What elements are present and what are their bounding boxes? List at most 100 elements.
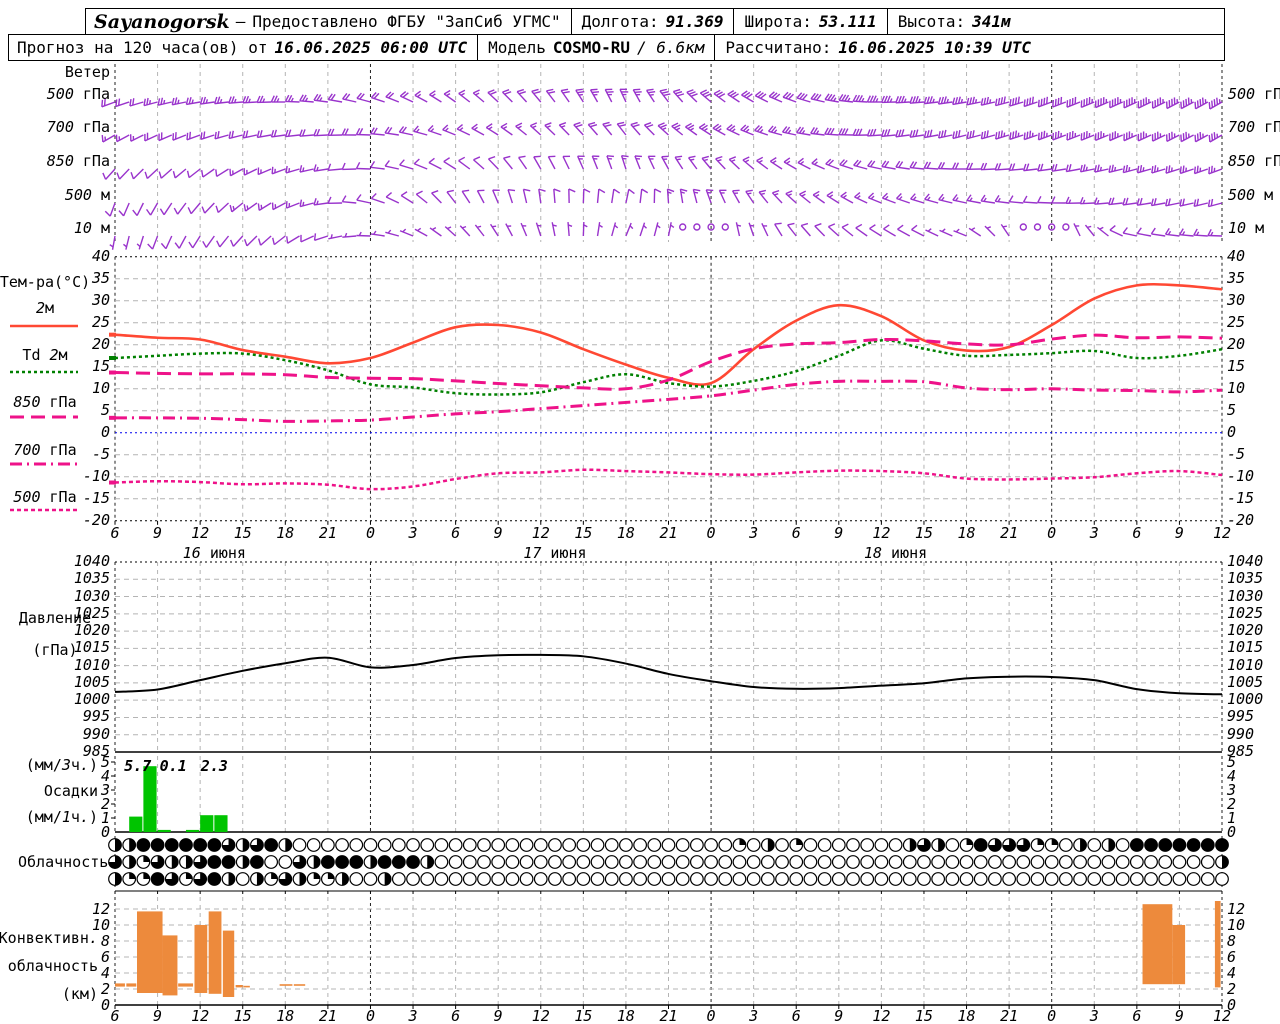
cloud-fill [1130,838,1144,852]
wind-barb [699,89,712,103]
hour-label-bottom: 12 [1212,1007,1232,1024]
temp-ytick-right: 35 [1227,268,1246,287]
cloud-cover-symbol [519,872,534,886]
wind-barb [824,93,839,103]
cloud-cover-symbol [363,838,378,852]
wind-barb [502,155,513,170]
cloud-cover-symbol [959,872,974,886]
pressure-ytick-left: 1010 [73,655,110,674]
wind-barb [429,226,442,237]
cloud-cover-symbol [803,838,818,852]
wind-barb [1079,164,1095,173]
wind-barb [427,124,442,136]
wind-barb [1066,130,1081,141]
wind-barb [285,201,300,209]
temp-ytick-left: 40 [91,246,110,265]
cloud-fill [427,855,434,869]
wind-barb [1136,197,1152,206]
hour-label-bottom: 12 [191,1007,210,1024]
wind-barb [735,222,742,237]
wind-barb [341,128,357,136]
cloud-cover-symbol [661,855,676,869]
wind-barb [132,202,145,216]
hour-label-mid: 0 [1047,524,1057,542]
wind-barb [782,91,797,103]
wind-barb [909,129,925,138]
cloud-cover-symbol [945,855,960,869]
wind-barb [966,130,981,140]
cloud-cover-symbol [590,872,605,886]
cloud-cover-symbol [1087,855,1102,869]
cloud-fill [193,838,207,852]
cloud-cover-symbol [306,838,321,852]
wind-barb [810,92,825,103]
wind-barb [1023,96,1038,108]
pressure-ytick-left: 1035 [73,569,110,588]
cloud-cover-symbol [704,838,718,852]
wind-barb [952,194,967,204]
pressure-ytick-left: 1030 [73,586,110,605]
convective-cloud-bar [293,984,306,986]
series-axis-marker [109,332,116,337]
cloud-cover-symbol [874,855,889,869]
hour-label-mid: 15 [914,524,933,542]
wind-barb [769,157,783,170]
pressure-ytick-right: 1040 [1227,552,1264,570]
cloud-cover-symbol [917,872,931,886]
cloud-cover-symbol [434,855,449,869]
cloud-cover-symbol [973,872,988,886]
temp-ytick-left: -20 [82,510,110,529]
cloud-fill [909,838,917,852]
cloud-cover-symbol [860,872,875,886]
cloud-cover-symbol [562,872,577,886]
cloud-cover-symbol [817,872,832,886]
cloud-cover-symbol [846,872,860,886]
wind-barb [895,95,910,104]
cloud-cover-symbol [803,855,818,869]
wind-barb [1108,197,1123,206]
wind-barb [200,131,215,140]
wind-barb [473,156,485,170]
wind-barb [313,198,328,206]
wind-barb [692,188,701,204]
wind-barb [1094,97,1109,109]
convective-cloud-bar [243,985,250,988]
wind-barb [186,131,201,141]
temp-ytick-left: 35 [91,268,110,287]
cloud-fill [370,855,377,869]
wind-barb [657,122,669,136]
cloud-cover-symbol [1101,872,1116,886]
wind-barb [814,223,826,237]
wind-level-label-right: 500 гПа [1228,85,1280,103]
wind-barb [620,154,629,170]
cloud-fill [1144,838,1158,852]
cloud-cover-symbol [420,838,435,852]
pressure-ytick-right: 995 [1227,707,1255,726]
wind-barb [758,189,769,204]
wind-barb [1052,130,1067,141]
wind-barb [1037,96,1052,108]
series-axis-marker [109,370,116,375]
wind-barb [413,158,428,170]
cloud-cover-symbol [1186,872,1201,886]
cloud-cover-symbol [1016,855,1031,869]
temp-ytick-right: -10 [1227,466,1255,485]
wind-barb [313,233,329,241]
wind-barb [147,235,159,250]
wind-barb [1052,96,1067,108]
wind-barb [171,97,187,106]
hour-label-mid: 6 [451,524,461,542]
wind-barb [1080,131,1095,141]
wind-barb [370,92,385,103]
wind-barb [341,162,357,171]
cloud-cover-symbol [590,855,605,869]
wind-barb [145,202,159,216]
hour-label-mid: 6 [110,524,120,542]
wind-barb [115,134,130,143]
wind-barb [995,130,1010,140]
cloud-fill [321,855,335,869]
wind-barb [446,189,457,204]
wind-barb [272,235,286,246]
wind-barb [370,160,385,170]
wind-barb [968,227,982,237]
